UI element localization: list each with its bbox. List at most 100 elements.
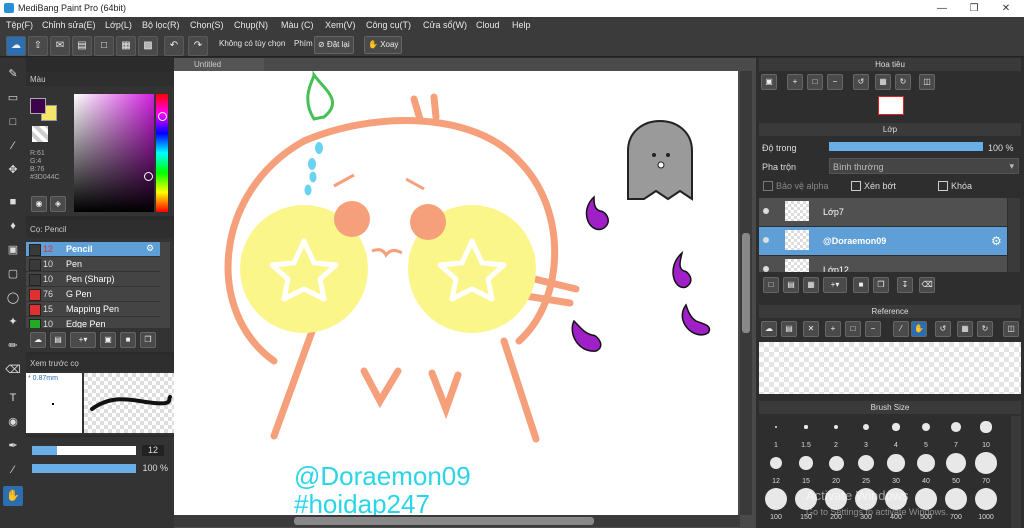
ref-flip-icon[interactable]: ◫	[1003, 321, 1019, 337]
ref-zoom-in-icon[interactable]: +	[825, 321, 841, 337]
select-tool-icon[interactable]: ▢	[3, 264, 23, 284]
canvas-hscroll[interactable]	[174, 515, 740, 527]
pen-nib-icon[interactable]: ✒	[3, 436, 23, 456]
page-icon[interactable]: □	[94, 36, 114, 56]
nav-rotate-right-icon[interactable]: ↻	[895, 74, 911, 90]
color-picker-cursor[interactable]	[144, 172, 153, 181]
add-layer-menu-icon[interactable]: +▾	[823, 277, 847, 293]
brush-item[interactable]: 76 G Pen	[26, 287, 160, 302]
brush-size-cell[interactable]: 7	[941, 416, 971, 449]
brush-size-cell[interactable]: 70	[971, 452, 1001, 485]
brush-size-cell[interactable]: 1.5	[791, 416, 821, 449]
brush-item[interactable]: 10 Edge Pen	[26, 317, 160, 328]
ref-rotate-left-icon[interactable]: ↺	[935, 321, 951, 337]
eyedropper-icon[interactable]: ⁄	[3, 460, 23, 480]
document-tab[interactable]: Untitled	[174, 58, 264, 71]
nav-rotate-left-icon[interactable]: ↺	[853, 74, 869, 90]
maximize-button[interactable]: ❐	[958, 0, 990, 17]
undo-icon[interactable]: ↶	[164, 36, 184, 56]
ref-cloud-icon[interactable]: ☁	[761, 321, 777, 337]
brush-cloud-icon[interactable]: ☁	[30, 332, 46, 348]
lasso-tool-icon[interactable]: ◯	[3, 288, 23, 308]
opacity-slider[interactable]	[32, 464, 136, 473]
brush-size-cell[interactable]: 12	[761, 452, 791, 485]
dropper-tool-icon[interactable]: ◉	[3, 412, 23, 432]
merge-layer-icon[interactable]: ↧	[897, 277, 913, 293]
layer-visibility-icon[interactable]	[763, 208, 769, 214]
eraser-tool-icon[interactable]: ▭	[3, 88, 23, 108]
brush-item[interactable]: 12 Pencil ⚙	[26, 242, 160, 257]
layer-visibility-icon[interactable]	[763, 266, 769, 272]
menu-select[interactable]: Chọn(S)	[190, 20, 224, 30]
layer-visibility-icon[interactable]	[763, 237, 769, 243]
bucket-tool-icon[interactable]: ♦	[3, 216, 23, 236]
text-tool-icon[interactable]: T	[3, 388, 23, 408]
nav-zoom-in-icon[interactable]: +	[787, 74, 803, 90]
close-button[interactable]: ✕	[990, 0, 1022, 17]
canvas-paper[interactable]: @Doraemon09 #hoidap247	[174, 70, 738, 519]
clipping-checkbox[interactable]	[851, 181, 861, 191]
brush-tool-icon[interactable]: ✎	[3, 64, 23, 84]
layer-opacity-slider[interactable]	[829, 142, 983, 151]
nav-flip-icon[interactable]: ◫	[919, 74, 935, 90]
canvas-vscroll[interactable]	[740, 71, 752, 515]
delete-layer-icon[interactable]: ⌫	[919, 277, 935, 293]
brush-item[interactable]: 15 Mapping Pen	[26, 302, 160, 317]
nav-zoom-fit-icon[interactable]: ▣	[761, 74, 777, 90]
duplicate-layer-icon[interactable]: ❐	[873, 277, 889, 293]
redo-icon[interactable]: ↷	[188, 36, 208, 56]
select-eraser-icon[interactable]: ⌫	[3, 360, 23, 380]
layer-row[interactable]: Lớp12	[759, 256, 1007, 272]
grid-icon[interactable]: ▩	[138, 36, 158, 56]
brush-size-cell[interactable]: 25	[851, 452, 881, 485]
menu-filter[interactable]: Bộ lọc(R)	[142, 20, 180, 30]
move-tool-icon[interactable]: ✥	[3, 160, 23, 180]
comment-icon[interactable]: ✉	[50, 36, 70, 56]
brush-size-cell[interactable]: 5	[911, 416, 941, 449]
lock-checkbox[interactable]	[938, 181, 948, 191]
layer-row[interactable]: Lớp7	[759, 198, 1007, 226]
transparent-swatch[interactable]	[32, 126, 48, 142]
brush-list-scrollbar[interactable]	[160, 242, 170, 328]
brush-size-cell[interactable]: 15	[791, 452, 821, 485]
ref-zoom-out-icon[interactable]: −	[865, 321, 881, 337]
magic-wand-icon[interactable]: ✦	[3, 312, 23, 332]
share-icon[interactable]: ⇧	[28, 36, 48, 56]
navigator-thumbnail[interactable]	[878, 96, 904, 115]
gradient-tool-icon[interactable]: ▣	[3, 240, 23, 260]
hue-slider[interactable]	[156, 94, 168, 212]
menu-cloud[interactable]: Cloud	[476, 20, 500, 30]
menu-tools[interactable]: Công cụ(T)	[366, 20, 411, 30]
layer-settings-gear-icon[interactable]: ⚙	[991, 234, 1002, 248]
layer-list-scrollbar[interactable]	[1008, 198, 1020, 272]
color-picker-icon[interactable]: ◈	[50, 196, 66, 212]
menu-snap[interactable]: Chụp(N)	[234, 20, 268, 30]
panel-icon[interactable]: ▦	[116, 36, 136, 56]
menu-layer[interactable]: Lớp(L)	[105, 20, 132, 30]
brush-size-cell[interactable]: 30	[881, 452, 911, 485]
canvas-hscroll-thumb[interactable]	[294, 517, 594, 525]
nav-actual-icon[interactable]: □	[807, 74, 823, 90]
brush-folder2-icon[interactable]: ■	[120, 332, 136, 348]
saturation-value-picker[interactable]	[74, 94, 154, 212]
brush-size-cell[interactable]: 1	[761, 416, 791, 449]
nav-fit-icon[interactable]: ▦	[875, 74, 891, 90]
minimize-button[interactable]: —	[926, 0, 958, 17]
menu-help[interactable]: Help	[512, 20, 531, 30]
brush-item[interactable]: 10 Pen	[26, 257, 160, 272]
reset-button[interactable]: ⊘ Đặt lại	[314, 36, 354, 54]
menu-color[interactable]: Màu (C)	[281, 20, 314, 30]
hand-tool-icon[interactable]: ✋	[3, 486, 23, 506]
primary-color-swatch[interactable]	[30, 98, 46, 114]
blend-mode-select[interactable]: Bình thường ▾	[829, 158, 1019, 174]
reference-view[interactable]	[759, 342, 1021, 394]
ref-hand-icon[interactable]: ✋	[911, 321, 927, 337]
ref-actual-icon[interactable]: □	[845, 321, 861, 337]
hue-cursor[interactable]	[158, 112, 167, 121]
brush-duplicate-icon[interactable]: ❐	[140, 332, 156, 348]
nav-zoom-out-icon[interactable]: −	[827, 74, 843, 90]
brush-size-cell[interactable]: 20	[821, 452, 851, 485]
line-tool-icon[interactable]: ∕	[3, 136, 23, 156]
ref-rotate-right-icon[interactable]: ↻	[977, 321, 993, 337]
rect-tool-icon[interactable]: □	[3, 112, 23, 132]
